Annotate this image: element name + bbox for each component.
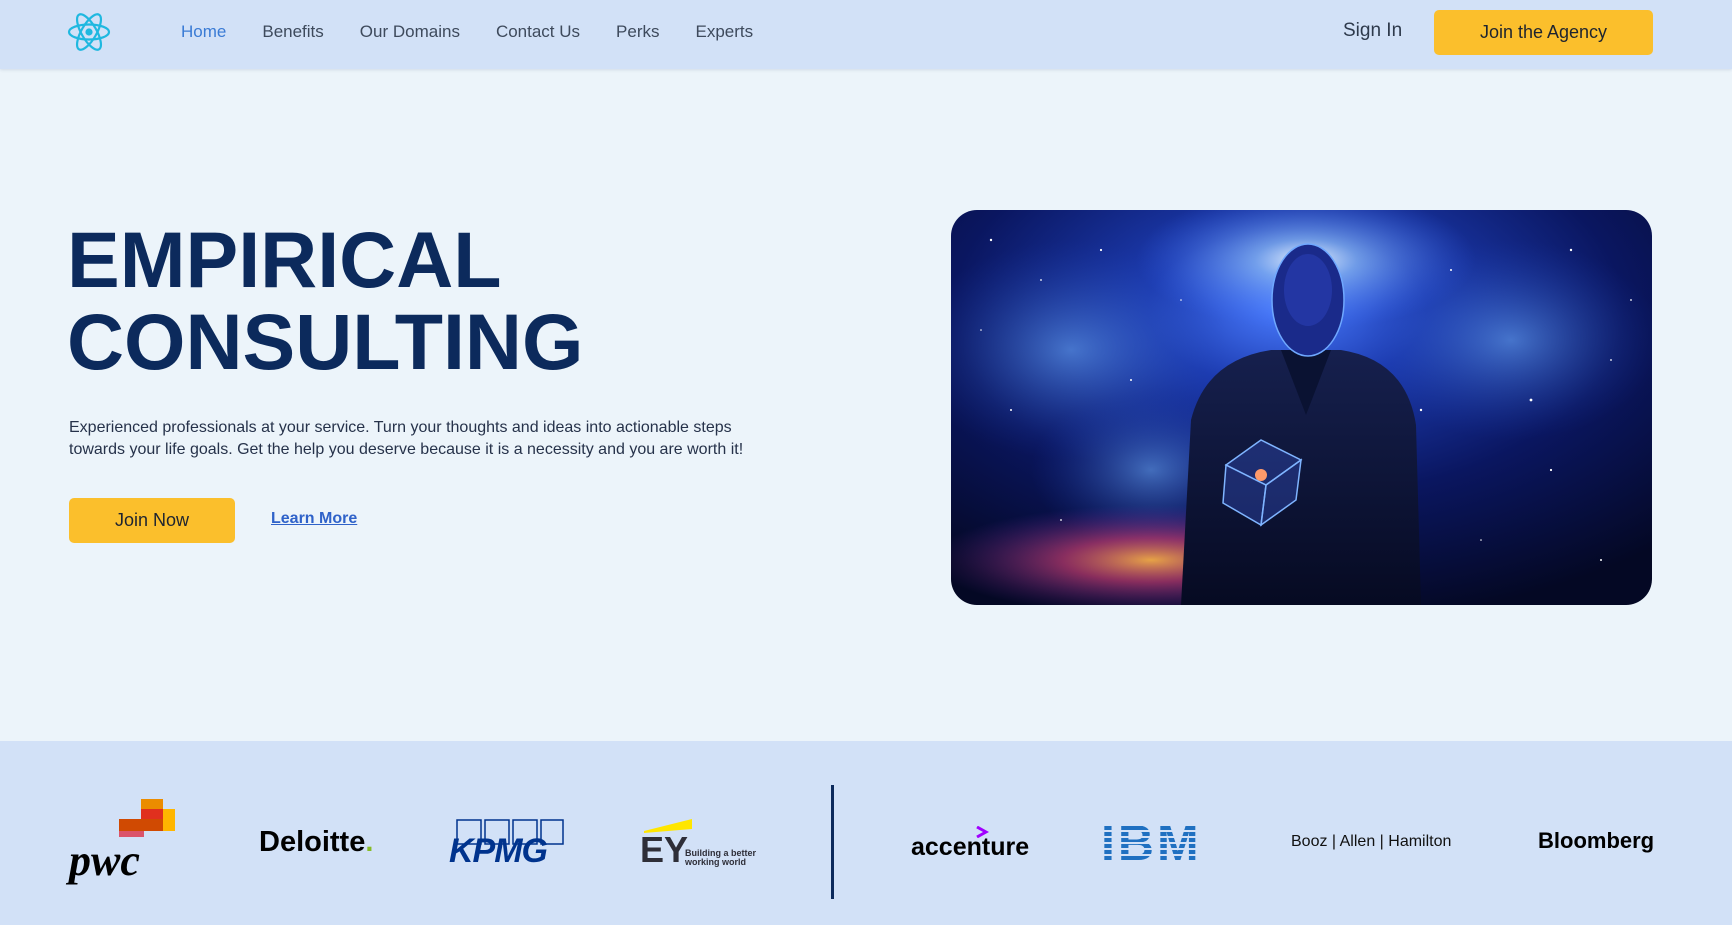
navbar: Home Benefits Our Domains Contact Us Per… (0, 0, 1732, 69)
nav-link-our-domains[interactable]: Our Domains (360, 22, 460, 42)
ey-wordmark: EY (640, 829, 689, 870)
nav-links: Home Benefits Our Domains Contact Us Per… (181, 0, 789, 63)
ey-logo: EY Building a better working world (640, 815, 756, 871)
hero-image (951, 210, 1652, 605)
booz-allen-hamilton-logo: Booz | Allen | Hamilton (1291, 831, 1461, 855)
hero-description: Experienced professionals at your servic… (69, 419, 744, 458)
pwc-wordmark: pwc (69, 836, 140, 885)
booz-allen-hamilton-wordmark: Booz | Allen | Hamilton (1291, 833, 1452, 850)
deloitte-wordmark: Deloitte. (259, 826, 373, 858)
accenture-wordmark: accenture (911, 833, 1030, 861)
sign-in-link[interactable]: Sign In (1343, 20, 1402, 42)
logos-divider (831, 785, 834, 899)
hero-title-line-1: EMPIRICAL (67, 215, 502, 304)
kpmg-logo: KPMG (449, 819, 564, 869)
bloomberg-wordmark: Bloomberg (1538, 828, 1655, 853)
deloitte-text: Deloitte (259, 826, 366, 858)
ey-tagline-2: working world (685, 857, 747, 867)
deloitte-dot: . (365, 826, 374, 858)
deloitte-logo: Deloitte. (259, 826, 379, 858)
pwc-logo: pwc (69, 799, 184, 887)
nav-link-home[interactable]: Home (181, 22, 226, 42)
partner-logos-bar: pwc Deloitte. KPMG EY Building a better … (0, 741, 1732, 925)
learn-more-link[interactable]: Learn More (271, 510, 357, 528)
nav-link-perks[interactable]: Perks (616, 22, 659, 42)
accenture-logo: accenture (911, 826, 1030, 862)
nav-link-benefits[interactable]: Benefits (262, 22, 323, 42)
nav-link-contact-us[interactable]: Contact Us (496, 22, 580, 42)
nav-link-experts[interactable]: Experts (696, 22, 754, 42)
react-atom-icon[interactable] (67, 12, 111, 52)
bloomberg-logo: Bloomberg (1538, 827, 1658, 857)
ibm-logo: IBM (1101, 818, 1216, 868)
join-agency-button[interactable]: Join the Agency (1434, 10, 1653, 55)
hero-title-line-2: CONSULTING (67, 297, 584, 386)
hero-title: EMPIRICAL CONSULTING (67, 219, 583, 383)
kpmg-wordmark: KPMG (449, 832, 548, 870)
join-now-button[interactable]: Join Now (69, 498, 235, 543)
